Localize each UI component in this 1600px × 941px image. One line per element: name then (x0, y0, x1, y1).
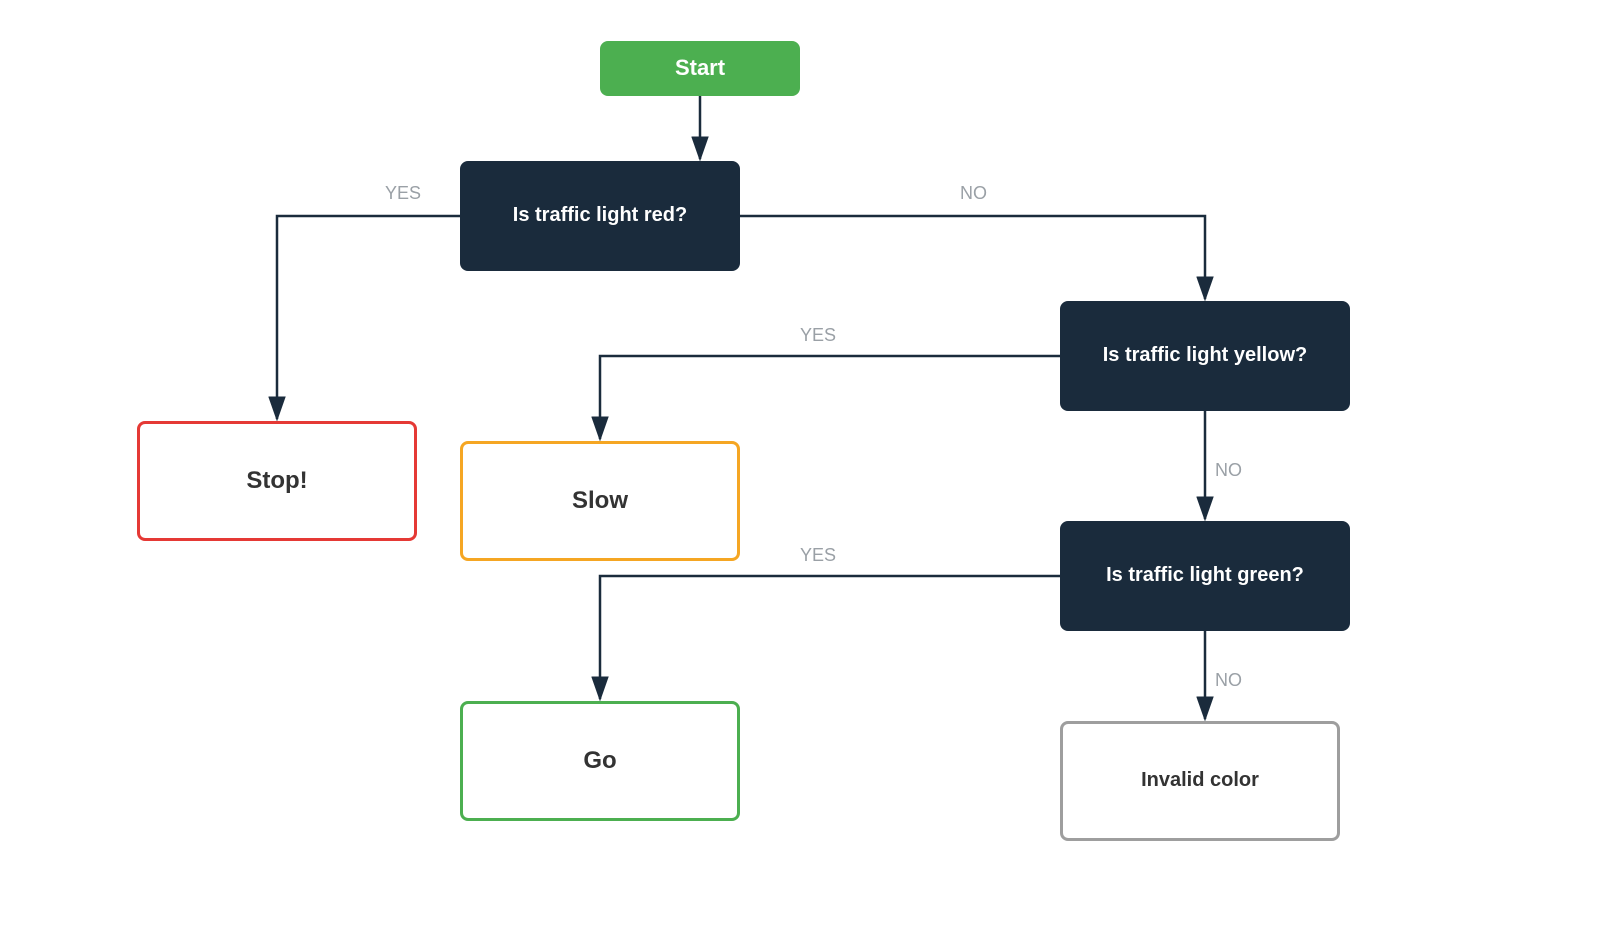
go-node: Go (460, 701, 740, 821)
stop-label: Stop! (246, 467, 307, 495)
slow-node: Slow (460, 441, 740, 561)
q1-node: Is traffic light red? (460, 161, 740, 271)
slow-label: Slow (572, 487, 628, 515)
q1-label: Is traffic light red? (513, 204, 687, 227)
q2-node: Is traffic light yellow? (1060, 301, 1350, 411)
start-label: Start (675, 55, 725, 81)
flowchart-diagram: YES NO YES NO YES NO Start Is traffic li… (100, 21, 1500, 921)
stop-node: Stop! (137, 421, 417, 541)
no-label-q3-invalid: NO (1215, 670, 1242, 690)
go-label: Go (583, 747, 616, 775)
q2-label: Is traffic light yellow? (1103, 344, 1307, 367)
yes-label-q1-stop: YES (385, 183, 421, 203)
yes-label-q2-slow: YES (800, 325, 836, 345)
invalid-node: Invalid color (1060, 721, 1340, 841)
q3-label: Is traffic light green? (1106, 564, 1304, 587)
no-label-q1-q2: NO (960, 183, 987, 203)
no-label-q2-q3: NO (1215, 460, 1242, 480)
invalid-label: Invalid color (1141, 769, 1259, 792)
start-node: Start (600, 41, 800, 96)
q3-node: Is traffic light green? (1060, 521, 1350, 631)
yes-label-q3-go: YES (800, 545, 836, 565)
